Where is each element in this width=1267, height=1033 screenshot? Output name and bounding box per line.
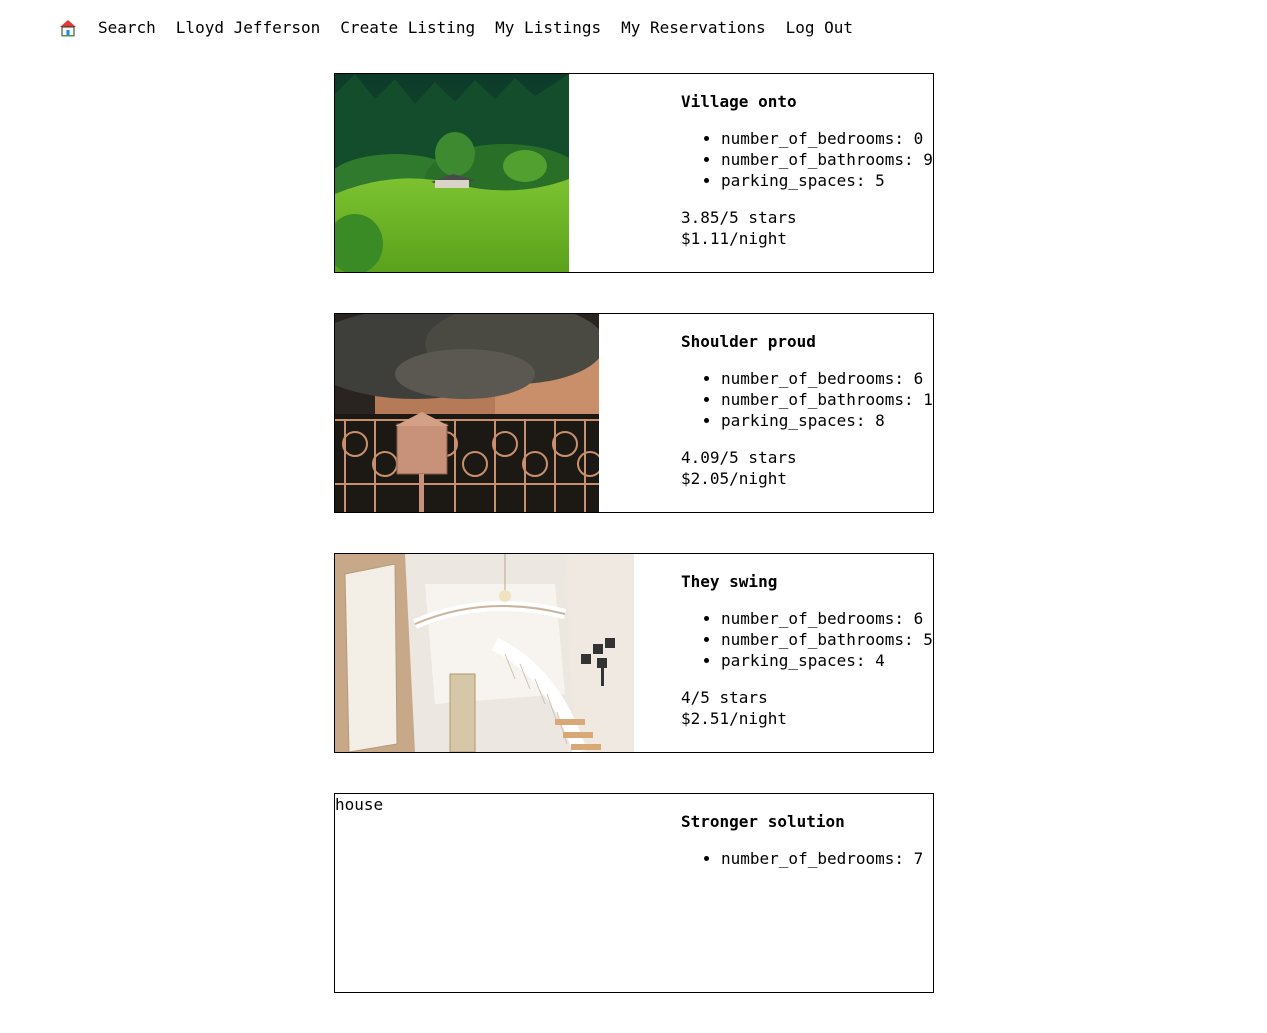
nav-my-reservations-link[interactable]: My Reservations xyxy=(621,18,766,37)
feature-bedrooms: number_of_bedrooms: 0 xyxy=(721,128,933,149)
nav-logout-link[interactable]: Log Out xyxy=(786,18,853,37)
nav-my-listings-link[interactable]: My Listings xyxy=(495,18,601,37)
listing-price: $2.05/night xyxy=(681,469,787,488)
top-nav: Search Lloyd Jefferson Create Listing My… xyxy=(58,0,873,55)
listing-image xyxy=(335,314,599,512)
feature-bedrooms: number_of_bedrooms: 7 xyxy=(721,848,933,869)
nav-search-link[interactable]: Search xyxy=(98,18,156,37)
feature-bathrooms: number_of_bathrooms: 9 xyxy=(721,149,933,170)
listing-info: Shoulder proud number_of_bedrooms: 6 num… xyxy=(681,332,933,489)
listing-features: number_of_bedrooms: 6 number_of_bathroom… xyxy=(681,368,933,431)
nav-create-listing-link[interactable]: Create Listing xyxy=(340,18,475,37)
listing-title[interactable]: Stronger solution xyxy=(681,812,933,832)
feature-bedrooms: number_of_bedrooms: 6 xyxy=(721,368,933,389)
home-link[interactable] xyxy=(58,18,78,38)
listing-title[interactable]: They swing xyxy=(681,572,933,592)
listing-price: $1.11/night xyxy=(681,229,787,248)
listing-title[interactable]: Shoulder proud xyxy=(681,332,933,352)
feature-bathrooms: number_of_bathrooms: 1 xyxy=(721,389,933,410)
listing-features: number_of_bedrooms: 6 number_of_bathroom… xyxy=(681,608,933,671)
listing-photo-gate xyxy=(335,314,599,512)
listing-features: number_of_bedrooms: 0 number_of_bathroom… xyxy=(681,128,933,191)
listing-features: number_of_bedrooms: 7 xyxy=(681,848,933,869)
listing-info: Village onto number_of_bedrooms: 0 numbe… xyxy=(681,92,933,249)
feature-parking: parking_spaces: 8 xyxy=(721,410,933,431)
listing-card[interactable]: Shoulder proud number_of_bedrooms: 6 num… xyxy=(334,313,934,513)
listing-rating: 4/5 stars xyxy=(681,688,768,707)
listing-image-alt: house xyxy=(335,795,384,814)
listing-card[interactable]: house Stronger solution number_of_bedroo… xyxy=(334,793,934,993)
listing-list: Village onto number_of_bedrooms: 0 numbe… xyxy=(334,73,934,1033)
listing-image xyxy=(335,554,634,752)
listing-info: Stronger solution number_of_bedrooms: 7 xyxy=(681,812,933,869)
feature-parking: parking_spaces: 4 xyxy=(721,650,933,671)
feature-bedrooms: number_of_bedrooms: 6 xyxy=(721,608,933,629)
listing-info: They swing number_of_bedrooms: 6 number_… xyxy=(681,572,933,729)
house-icon xyxy=(60,19,76,36)
listing-rating: 3.85/5 stars xyxy=(681,208,797,227)
listing-rating: 4.09/5 stars xyxy=(681,448,797,467)
listing-card[interactable]: Village onto number_of_bedrooms: 0 numbe… xyxy=(334,73,934,273)
listing-image xyxy=(335,74,569,272)
feature-parking: parking_spaces: 5 xyxy=(721,170,933,191)
nav-profile-link[interactable]: Lloyd Jefferson xyxy=(176,18,321,37)
listing-photo-meadow xyxy=(335,74,569,272)
listing-price: $2.51/night xyxy=(681,709,787,728)
listing-title[interactable]: Village onto xyxy=(681,92,933,112)
listing-photo-staircase xyxy=(335,554,634,752)
listing-card[interactable]: They swing number_of_bedrooms: 6 number_… xyxy=(334,553,934,753)
feature-bathrooms: number_of_bathrooms: 5 xyxy=(721,629,933,650)
